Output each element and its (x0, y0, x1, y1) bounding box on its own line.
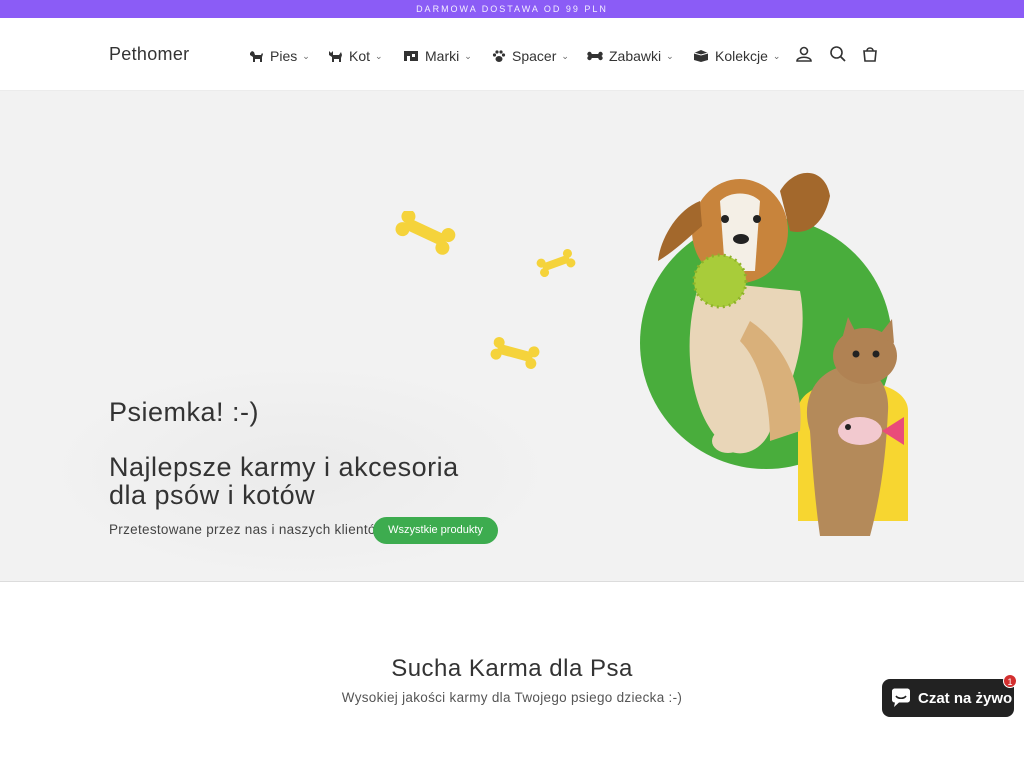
nav-item-marki[interactable]: Marki ⌄ (403, 46, 472, 66)
announcement-text: Darmowa dostawa od 99 PLN (416, 4, 608, 14)
chevron-down-icon: ⌄ (666, 50, 674, 61)
nav-label: Pies (270, 48, 298, 64)
nav-item-kolekcje[interactable]: Kolekcje ⌄ (693, 46, 780, 66)
bone-decoration (395, 211, 456, 255)
chat-notification-badge: 1 (1003, 674, 1017, 688)
chevron-down-icon: ⌄ (464, 50, 472, 61)
nav-label: Spacer (512, 48, 557, 64)
paw-icon (492, 50, 506, 62)
site-logo[interactable]: Pethomer (109, 44, 189, 65)
nav-label: Kot (349, 48, 371, 64)
hero-kicker: Psiemka! :-) (109, 397, 260, 427)
box-icon (693, 50, 709, 62)
chat-label: Czat na żywo (918, 689, 1013, 707)
hero-subtitle: Przetestowane przez nas i naszych klient… (109, 522, 386, 537)
bone-decoration (490, 337, 540, 369)
all-products-button[interactable]: Wszystkie produkty (373, 517, 498, 544)
shop-icon (404, 51, 418, 61)
section-subtitle: Wysokiej jakości karmy dla Twojego psieg… (341, 690, 683, 705)
nav-label: Zabawki (609, 48, 662, 64)
dog-icon (250, 51, 263, 62)
hero-banner: Psiemka! :-) Najlepsze karmy i akcesoria… (0, 91, 1024, 582)
nav-item-kot[interactable]: Kot ⌄ (328, 46, 383, 66)
nav-item-zabawki[interactable]: Zabawki ⌄ (587, 46, 674, 66)
cat-icon (329, 51, 342, 62)
chat-bubble-icon (892, 688, 910, 707)
chevron-down-icon: ⌄ (561, 50, 569, 61)
hero-title: Najlepsze karmy i akcesoria dla psów i k… (109, 452, 459, 510)
search-icon[interactable] (829, 45, 847, 63)
chevron-down-icon: ⌄ (772, 50, 781, 61)
chevron-down-icon: ⌄ (375, 50, 383, 61)
section-title: Sucha Karma dla Psa (391, 655, 633, 682)
bone-icon (587, 51, 603, 61)
cart-icon[interactable] (861, 45, 879, 63)
announcement-bar: Darmowa dostawa od 99 PLN (0, 0, 1024, 18)
nav-label: Kolekcje (715, 48, 768, 64)
bone-decoration (536, 249, 576, 277)
nav-item-pies[interactable]: Pies ⌄ (248, 46, 310, 66)
user-icon[interactable] (795, 45, 813, 63)
site-header: Pethomer Pies ⌄ Kot ⌄ Marki ⌄ Spacer ⌄ Z… (0, 18, 1024, 91)
nav-item-spacer[interactable]: Spacer ⌄ (492, 46, 569, 66)
live-chat-button[interactable]: Czat na żywo (882, 679, 1014, 717)
hero-pets-image (640, 172, 908, 536)
chevron-down-icon: ⌄ (302, 50, 310, 61)
nav-label: Marki (425, 48, 460, 64)
